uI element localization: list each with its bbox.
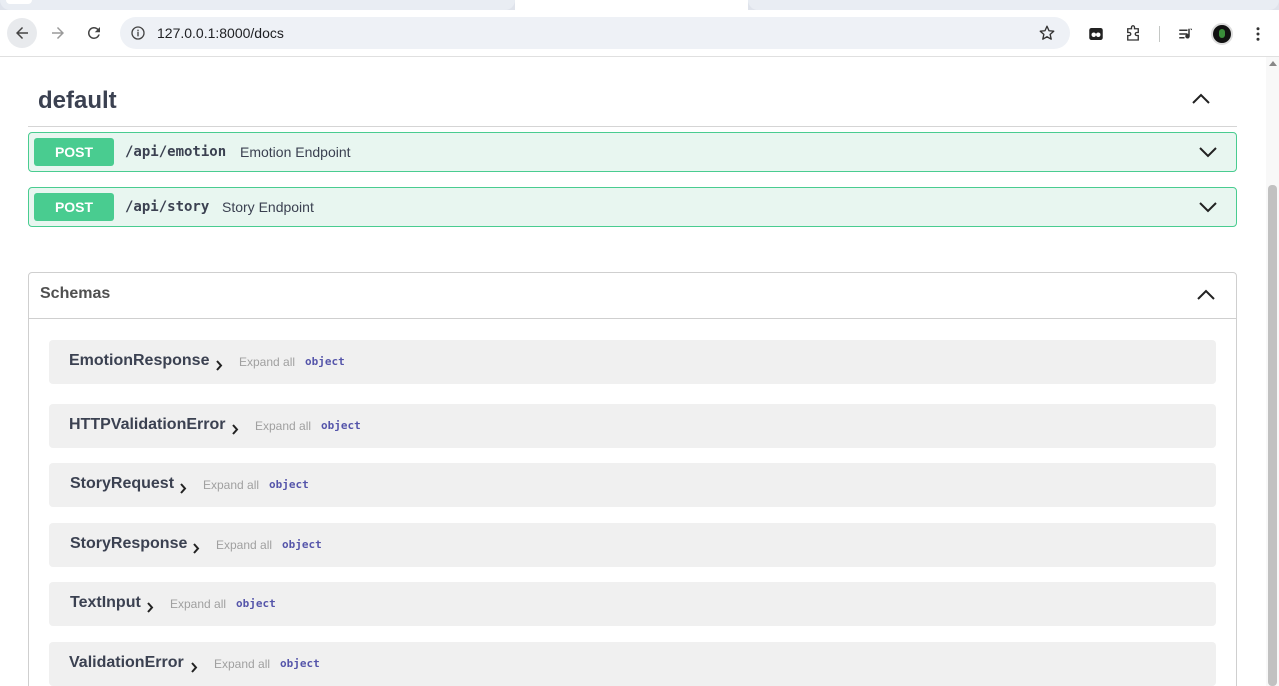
schema-type: object xyxy=(282,538,322,551)
operations-section-header[interactable]: default xyxy=(28,77,1237,127)
chevron-right-icon[interactable] xyxy=(190,660,198,678)
back-button[interactable] xyxy=(7,18,37,48)
operation-post-emotion[interactable]: POST /api/emotion Emotion Endpoint xyxy=(28,132,1237,172)
chevron-down-icon[interactable] xyxy=(1198,145,1218,159)
expand-all-link[interactable]: Expand all xyxy=(214,657,270,671)
expand-all-link[interactable]: Expand all xyxy=(255,419,311,433)
toolbar-separator xyxy=(1159,26,1160,42)
chevron-right-icon[interactable] xyxy=(231,422,239,440)
expand-all-link[interactable]: Expand all xyxy=(216,538,272,552)
schema-type: object xyxy=(280,657,320,670)
schema-type: object xyxy=(321,419,361,432)
chevron-right-icon[interactable] xyxy=(215,358,223,376)
schemas-title: Schemas xyxy=(40,285,111,302)
site-info-icon[interactable] xyxy=(130,25,146,41)
schemas-header[interactable]: Schemas xyxy=(29,273,1236,319)
schema-item[interactable]: StoryRequest Expand all object xyxy=(49,463,1216,507)
tab-inactive[interactable] xyxy=(748,0,1279,10)
schema-item[interactable]: EmotionResponse Expand all object xyxy=(49,340,1216,384)
reload-button[interactable] xyxy=(79,18,109,48)
scroll-up-arrow[interactable] xyxy=(1269,61,1277,66)
schema-item[interactable]: ValidationError Expand all object xyxy=(49,642,1216,686)
chevron-right-icon[interactable] xyxy=(146,600,154,618)
schema-item[interactable]: StoryResponse Expand all object xyxy=(49,523,1216,567)
schema-name[interactable]: ValidationError xyxy=(69,654,184,672)
schemas-section: Schemas EmotionResponse Expand all objec… xyxy=(28,272,1237,686)
operation-post-story[interactable]: POST /api/story Story Endpoint xyxy=(28,187,1237,227)
schema-type: object xyxy=(236,597,276,610)
chevron-right-icon[interactable] xyxy=(179,481,187,499)
schema-name[interactable]: EmotionResponse xyxy=(69,352,209,370)
operation-path: /api/story xyxy=(125,199,210,215)
expand-all-link[interactable]: Expand all xyxy=(170,597,226,611)
method-badge: POST xyxy=(34,138,114,166)
schema-item[interactable]: TextInput Expand all object xyxy=(49,582,1216,626)
schema-name[interactable]: TextInput xyxy=(70,594,141,612)
tab-strip xyxy=(0,0,1279,10)
schema-name[interactable]: HTTPValidationError xyxy=(69,416,225,434)
schema-type: object xyxy=(269,478,309,491)
star-icon[interactable] xyxy=(1038,24,1056,42)
avatar[interactable] xyxy=(1211,23,1233,45)
chevron-right-icon[interactable] xyxy=(192,541,200,559)
tab-inactive[interactable] xyxy=(0,0,515,10)
scrollbar[interactable] xyxy=(1266,57,1279,686)
forward-button[interactable] xyxy=(43,18,73,48)
extension-icon[interactable] xyxy=(1086,24,1106,44)
menu-icon[interactable] xyxy=(1248,24,1268,44)
reload-icon xyxy=(87,26,100,39)
address-bar[interactable]: 127.0.0.1:8000/docs xyxy=(120,17,1070,49)
chevron-up-icon[interactable] xyxy=(1196,287,1216,301)
operation-summary: Story Endpoint xyxy=(222,199,314,215)
schema-name[interactable]: StoryResponse xyxy=(70,535,187,553)
expand-all-link[interactable]: Expand all xyxy=(203,478,259,492)
page-content: default POST /api/emotion Emotion Endpoi… xyxy=(0,57,1266,686)
tab-active[interactable] xyxy=(515,0,748,10)
forward-icon xyxy=(52,27,64,39)
schema-type: object xyxy=(305,355,345,368)
schema-item[interactable]: HTTPValidationError Expand all object xyxy=(49,404,1216,448)
chevron-down-icon[interactable] xyxy=(1198,200,1218,214)
back-icon xyxy=(16,27,28,39)
method-badge: POST xyxy=(34,193,114,221)
operation-path: /api/emotion xyxy=(125,144,227,160)
puzzle-icon[interactable] xyxy=(1123,24,1143,44)
browser-toolbar: 127.0.0.1:8000/docs xyxy=(0,10,1279,57)
operation-summary: Emotion Endpoint xyxy=(240,144,351,160)
chevron-up-icon[interactable] xyxy=(1191,91,1211,105)
scrollbar-thumb[interactable] xyxy=(1268,185,1277,686)
schema-name[interactable]: StoryRequest xyxy=(70,475,174,493)
url-text[interactable]: 127.0.0.1:8000/docs xyxy=(157,25,284,41)
section-title: default xyxy=(38,87,117,114)
media-icon[interactable] xyxy=(1176,24,1196,44)
expand-all-link[interactable]: Expand all xyxy=(239,355,295,369)
